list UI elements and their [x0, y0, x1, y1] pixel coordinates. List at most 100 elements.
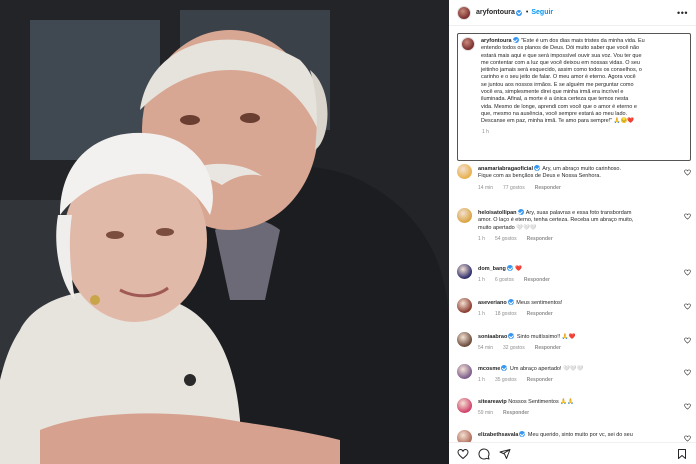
- like-heart-icon[interactable]: [684, 435, 691, 442]
- caption-line: você era, simplesmente direi que minha i…: [481, 89, 624, 96]
- commenter-avatar[interactable]: [457, 208, 472, 223]
- comment-icon[interactable]: [478, 448, 490, 460]
- comment-text: Ary, um abraço muito carinhoso.: [541, 166, 622, 172]
- comment-likes[interactable]: 77 gostos: [503, 185, 525, 191]
- comment-likes[interactable]: 6 gostos: [495, 277, 514, 283]
- caption-line: se juntou aos nossos irmãos. E se alguém…: [481, 81, 634, 88]
- share-icon[interactable]: [499, 448, 511, 460]
- caption-line: estará mais aqui e que será impossível o…: [481, 52, 642, 59]
- comment-body: heloisatollipan Ary, suas palavras e ess…: [478, 209, 678, 243]
- comment-text: Meu querido, sinto muito por vc, sei do …: [526, 432, 633, 438]
- commenter-username[interactable]: siteareavip: [478, 399, 507, 405]
- caption-line: iluminada. Afinal, a morte é a única cer…: [481, 96, 629, 103]
- comment-body: mcosme Um abraço apertado! 🤍🤍🤍 1 h 35 gost…: [478, 365, 678, 385]
- bookmark-icon[interactable]: [676, 448, 688, 460]
- caption-line: entendo todos os planos de Deus. Dói mui…: [481, 45, 640, 52]
- like-heart-icon[interactable]: [684, 369, 691, 376]
- action-bar: [449, 442, 696, 464]
- comment-text: Sinto muitíssimo!! 🙏❤️: [515, 334, 576, 340]
- comment-time: 59 min: [478, 410, 494, 417]
- comment-body: siteareavip Nossos Sentimentos 🙏🙏 59 min R…: [478, 399, 678, 418]
- heart-icon[interactable]: [457, 448, 469, 460]
- comment-meta: 1 h 54 gostos Responder: [478, 236, 678, 243]
- comment-text: Meus sentimentos!: [514, 300, 563, 306]
- reply-button[interactable]: Responder: [535, 345, 561, 351]
- reply-button[interactable]: Responder: [503, 410, 529, 416]
- like-heart-icon[interactable]: [684, 269, 691, 276]
- ellipsis-icon[interactable]: •••: [677, 8, 688, 18]
- author-username[interactable]: aryfontoura: [476, 9, 515, 16]
- comment-time: 54 min: [478, 345, 494, 352]
- verified-icon: [515, 9, 522, 16]
- comment-text: ❤️: [513, 266, 523, 272]
- comment-likes[interactable]: 18 gostos: [495, 311, 517, 317]
- commenter-username[interactable]: anamariabragaoficial: [478, 166, 533, 172]
- caption-line: vida. Mesmo de longe, aprendi com você q…: [481, 103, 637, 110]
- commenter-avatar[interactable]: [457, 398, 472, 413]
- commenter-avatar[interactable]: [457, 364, 472, 379]
- comment-time: 1 h: [478, 277, 485, 284]
- comment-text: Um abraço apertado! 🤍🤍🤍: [508, 366, 584, 372]
- commenter-username[interactable]: soniaabrao: [478, 334, 507, 340]
- comment-meta: 1 h 18 gostos Responder: [478, 311, 678, 318]
- commenter-username[interactable]: aseveriano: [478, 300, 507, 306]
- commenter-avatar[interactable]: [457, 164, 472, 179]
- comment-time: 1 h: [478, 235, 485, 242]
- caption-text: aryfontoura "Este é um dos dias mais tri…: [481, 37, 645, 126]
- comment-body: aseveriano Meus sentimentos! 1 h 18 gostos…: [478, 299, 678, 319]
- comment-text: muito apertado 🤍🤍🤍: [478, 224, 537, 231]
- like-heart-icon[interactable]: [684, 169, 691, 176]
- comment-likes[interactable]: 54 gostos: [495, 236, 517, 242]
- caption-line: me contentar com a luz que você deixou e…: [481, 59, 640, 66]
- post-photo[interactable]: [0, 0, 449, 464]
- comment-meta: 1 h 35 gostos Responder: [478, 377, 678, 384]
- commenter-avatar[interactable]: [457, 332, 472, 347]
- verified-icon: [534, 165, 541, 171]
- comment-text: Fique com as bençãos de Deus e Nossa Sen…: [478, 173, 601, 180]
- caption: aryfontoura "Este é um dos dias mais tri…: [457, 33, 691, 161]
- like-heart-icon[interactable]: [684, 213, 691, 220]
- post-side-panel: aryfontoura • Seguir ••• aryfontoura "Es…: [449, 0, 696, 464]
- follow-button[interactable]: Seguir: [531, 9, 553, 16]
- caption-avatar[interactable]: [461, 37, 475, 51]
- post-header: aryfontoura • Seguir •••: [449, 0, 696, 26]
- verified-icon: [517, 209, 524, 215]
- verified-icon: [501, 365, 508, 371]
- commenter-username[interactable]: dom_bang: [478, 266, 506, 272]
- comment-body: anamariabragaoficial Ary, um abraço muit…: [478, 165, 678, 192]
- caption-line: jeitinho jamais será esquecido, assim co…: [481, 67, 642, 74]
- verified-icon: [508, 333, 515, 339]
- comment-body: elizabethsavala Meu querido, sinto muito…: [478, 431, 678, 439]
- comment-meta: 59 min Responder: [478, 410, 678, 417]
- reply-button[interactable]: Responder: [527, 236, 553, 242]
- reply-button[interactable]: Responder: [527, 311, 553, 317]
- comment-time: 1 h: [478, 377, 485, 384]
- comment-meta: 54 min 32 gostos Responder: [478, 345, 678, 352]
- like-heart-icon[interactable]: [684, 403, 691, 410]
- like-heart-icon[interactable]: [684, 303, 691, 310]
- comment-text: Ary, suas palavras e essa foto transbord…: [524, 210, 632, 216]
- commenter-avatar[interactable]: [457, 298, 472, 313]
- reply-button[interactable]: Responder: [535, 185, 561, 191]
- caption-line: Descanse em paz, minha irmã. Te amo para…: [481, 118, 635, 125]
- comment-body: soniaabrao Sinto muitíssimo!! 🙏❤️ 54 min 3…: [478, 333, 678, 353]
- caption-username[interactable]: aryfontoura: [481, 38, 512, 44]
- verified-icon: [507, 299, 514, 305]
- caption-line: "Este é um dos dias mais tristes da minh…: [521, 38, 645, 44]
- commenter-username[interactable]: heloisatollipan: [478, 210, 517, 216]
- comment-likes[interactable]: 32 gostos: [503, 345, 525, 351]
- comment-text: amor. O laço é eterno, tenha certeza. Re…: [478, 217, 634, 224]
- commenter-username[interactable]: mcosme: [478, 366, 500, 372]
- reply-button[interactable]: Responder: [524, 277, 550, 283]
- comment-time: 1 h: [478, 311, 485, 318]
- commenter-avatar[interactable]: [457, 264, 472, 279]
- commenter-username[interactable]: elizabethsavala: [478, 432, 518, 438]
- comment-time: 14 min: [478, 184, 494, 191]
- comment-text: Nossos Sentimentos 🙏🙏: [506, 399, 574, 405]
- avatar[interactable]: [457, 5, 471, 20]
- caption-line: que, mesmo na ausência, você sempre esta…: [481, 110, 628, 117]
- like-heart-icon[interactable]: [684, 337, 691, 344]
- reply-button[interactable]: Responder: [527, 377, 553, 383]
- comment-likes[interactable]: 35 gostos: [495, 377, 517, 383]
- separator-dot: •: [525, 9, 529, 16]
